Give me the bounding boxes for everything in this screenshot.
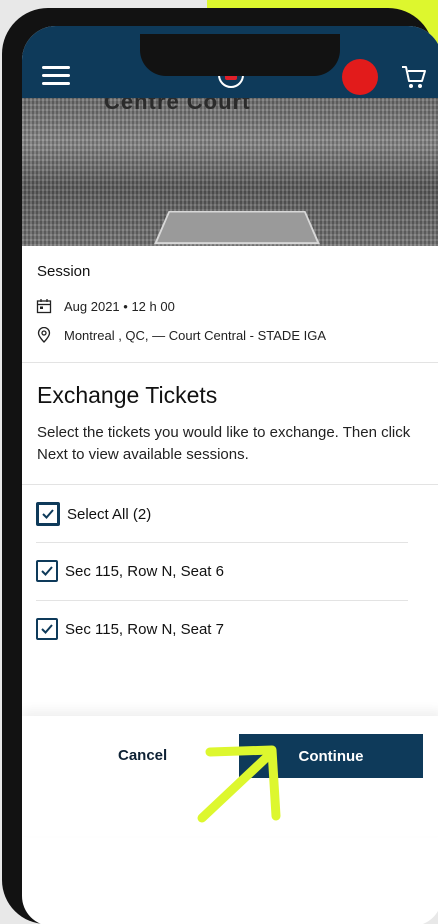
cart-icon[interactable] bbox=[400, 64, 428, 90]
checkmark-icon bbox=[42, 509, 54, 519]
exchange-title: Exchange Tickets bbox=[37, 382, 218, 408]
list-divider bbox=[36, 542, 408, 543]
cancel-button[interactable]: Cancel bbox=[118, 747, 167, 764]
session-location-row: Montreal , QC, — Court Central - STADE I… bbox=[36, 327, 326, 343]
venue-sign: Centre Court bbox=[104, 98, 251, 112]
ticket-row[interactable]: Sec 115, Row N, Seat 6 bbox=[36, 560, 224, 582]
session-title: Session bbox=[37, 263, 91, 280]
select-all-row[interactable]: Select All (2) bbox=[36, 502, 151, 526]
session-date: Aug 2021 • 12 h 00 bbox=[64, 298, 175, 314]
venue-hero-image: Centre Court bbox=[22, 98, 438, 246]
location-pin-icon bbox=[37, 327, 51, 343]
ticket-label: Sec 115, Row N, Seat 7 bbox=[65, 620, 224, 638]
session-location: Montreal , QC, — Court Central - STADE I… bbox=[64, 327, 326, 343]
ticket-label: Sec 115, Row N, Seat 6 bbox=[65, 562, 224, 580]
checkmark-icon bbox=[41, 624, 53, 634]
avatar[interactable] bbox=[342, 59, 378, 95]
section-divider bbox=[22, 362, 438, 363]
calendar-icon bbox=[36, 299, 52, 314]
exchange-description: Select the tickets you would like to exc… bbox=[37, 424, 411, 463]
select-all-checkbox[interactable] bbox=[36, 502, 60, 526]
section-divider bbox=[22, 484, 438, 485]
ticket-checkbox[interactable] bbox=[36, 618, 58, 640]
phone-notch bbox=[140, 34, 340, 76]
hamburger-menu-icon[interactable] bbox=[42, 66, 70, 85]
select-all-label: Select All (2) bbox=[67, 505, 152, 523]
list-divider bbox=[36, 600, 408, 601]
checkmark-icon bbox=[41, 566, 53, 576]
tennis-court bbox=[154, 211, 320, 245]
ticket-checkbox[interactable] bbox=[36, 560, 58, 582]
session-date-row: Aug 2021 • 12 h 00 bbox=[36, 298, 175, 314]
highlight-arrow-icon bbox=[197, 745, 281, 823]
ticket-row[interactable]: Sec 115, Row N, Seat 7 bbox=[36, 618, 224, 640]
